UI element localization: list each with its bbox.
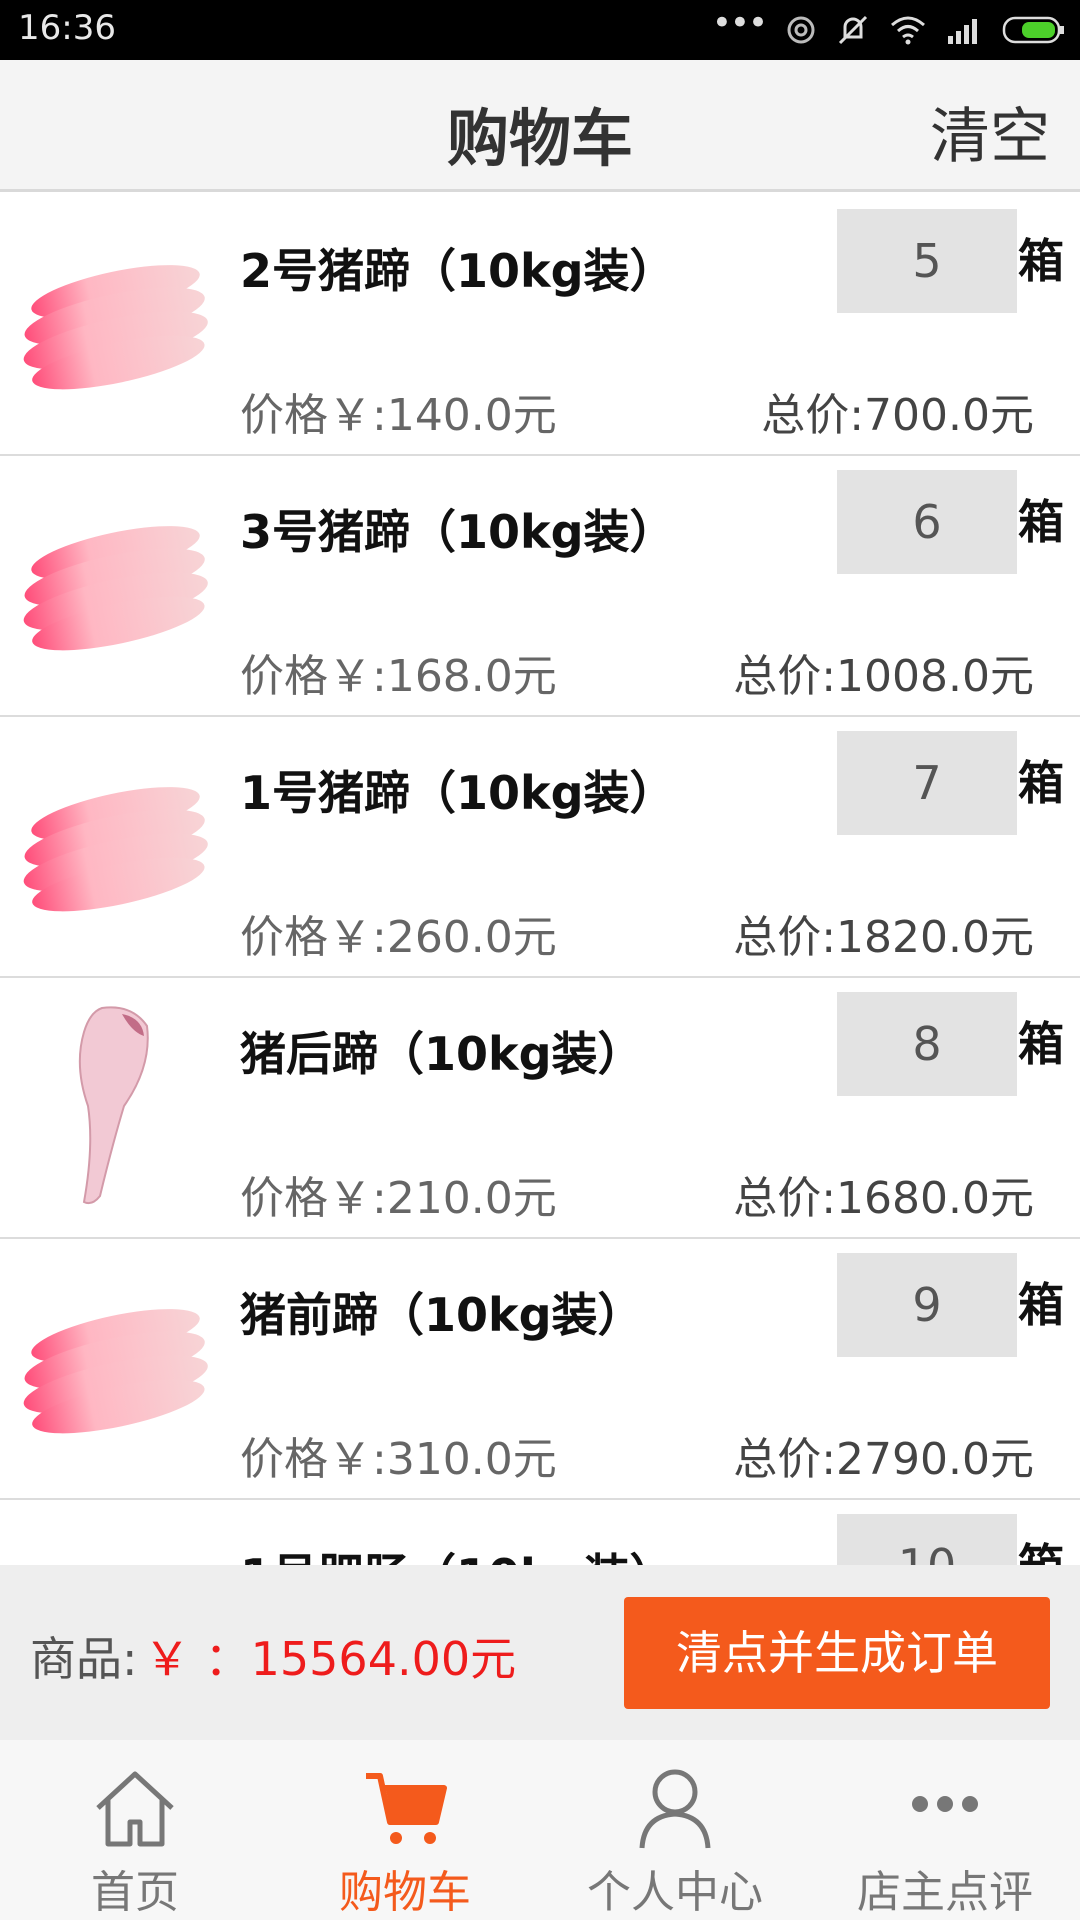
bottom-nav: 首页 购物车 个人中心 店主点评: [0, 1740, 1080, 1920]
status-bar: 16:36 •••: [0, 0, 1080, 60]
unit-label: 箱: [1018, 1530, 1064, 1565]
unit-label: 箱: [1018, 234, 1064, 288]
quantity-input[interactable]: 7: [837, 731, 1017, 835]
cart-item[interactable]: 2号猪蹄（10kg装） 5 箱 价格￥:140.0元 总价:700.0元: [0, 195, 1080, 456]
cart-item[interactable]: 猪后蹄（10kg装） 8 箱 价格￥:210.0元 总价:1680.0元: [0, 978, 1080, 1239]
cart-item[interactable]: 1号肥肠（10kg装） 10 箱: [0, 1500, 1080, 1565]
pig-hind-trotter-image: [78, 1006, 149, 1205]
battery-icon: [1002, 16, 1064, 44]
pig-trotters-image: [23, 787, 208, 912]
pig-trotters-image: [23, 1309, 208, 1434]
nav-item-profile[interactable]: 个人中心: [540, 1740, 810, 1920]
unit-label: 箱: [1018, 1017, 1064, 1071]
wifi-icon: [891, 16, 925, 45]
item-total: 总价:1008.0元: [733, 651, 1034, 702]
clear-cart-button[interactable]: 清空: [930, 88, 1050, 175]
generate-order-button[interactable]: 清点并生成订单: [624, 1597, 1050, 1709]
item-total: 总价:700.0元: [761, 390, 1034, 441]
unit-price: 价格￥:140.0元: [240, 390, 557, 441]
unit-price: 价格￥:310.0元: [240, 1434, 557, 1485]
more-notifications-icon: •••: [711, 3, 768, 43]
item-name: 猪后蹄（10kg装）: [240, 1027, 644, 1081]
more-icon: [912, 1796, 978, 1812]
page-title: 购物车: [446, 102, 633, 175]
nav-label: 个人中心: [587, 1867, 763, 1918]
status-time: 16:36: [18, 8, 116, 48]
pig-trotters-image: [23, 526, 208, 651]
item-total: 总价:2790.0元: [733, 1434, 1034, 1485]
cart-item[interactable]: 1号猪蹄（10kg装） 7 箱 价格￥:260.0元 总价:1820.0元: [0, 717, 1080, 978]
item-total: 总价:1820.0元: [733, 912, 1034, 963]
item-name: 猪前蹄（10kg装）: [240, 1288, 644, 1342]
unit-price: 价格￥:260.0元: [240, 912, 557, 963]
pig-trotters-image: [23, 265, 208, 390]
mute-icon: [838, 15, 868, 45]
signal-icon: [948, 19, 977, 44]
unit-label: 箱: [1018, 495, 1064, 549]
item-name: 1号肥肠（10kg装）: [240, 1540, 676, 1565]
unit-label: 箱: [1018, 1278, 1064, 1332]
quantity-input[interactable]: 8: [837, 992, 1017, 1096]
nav-label: 购物车: [339, 1867, 471, 1918]
unit-price: 价格￥:210.0元: [240, 1173, 557, 1224]
status-icons: •••: [712, 6, 1066, 50]
summary-amount: ￥ ：15564.00元: [144, 1632, 517, 1686]
cart-item[interactable]: 3号猪蹄（10kg装） 6 箱 价格￥:168.0元 总价:1008.0元: [0, 456, 1080, 717]
summary-label: 商品:: [30, 1632, 138, 1686]
quantity-input[interactable]: 5: [837, 209, 1017, 313]
summary-bar: 商品: ￥ ：15564.00元 清点并生成订单: [0, 1565, 1080, 1740]
item-name: 3号猪蹄（10kg装）: [240, 505, 676, 559]
home-icon: [96, 1771, 174, 1847]
unit-label: 箱: [1018, 756, 1064, 810]
cart-list[interactable]: 2号猪蹄（10kg装） 5 箱 价格￥:140.0元 总价:700.0元 3号猪…: [0, 195, 1080, 1565]
title-bar: 购物车 清空: [0, 60, 1080, 192]
item-total: 总价:1680.0元: [733, 1173, 1034, 1224]
item-name: 2号猪蹄（10kg装）: [240, 244, 676, 298]
nav-label: 首页: [91, 1867, 179, 1918]
quantity-input[interactable]: 10: [837, 1514, 1017, 1565]
unit-price: 价格￥:168.0元: [240, 651, 557, 702]
nav-item-reviews[interactable]: 店主点评: [810, 1740, 1080, 1920]
nav-item-cart[interactable]: 购物车: [270, 1740, 540, 1920]
hotspot-icon: [787, 16, 815, 44]
cart-item[interactable]: 猪前蹄（10kg装） 9 箱 价格￥:310.0元 总价:2790.0元: [0, 1239, 1080, 1500]
quantity-input[interactable]: 6: [837, 470, 1017, 574]
nav-label: 店主点评: [857, 1867, 1033, 1918]
item-name: 1号猪蹄（10kg装）: [240, 766, 676, 820]
person-icon: [639, 1769, 711, 1849]
nav-item-home[interactable]: 首页: [0, 1740, 270, 1920]
quantity-input[interactable]: 9: [837, 1253, 1017, 1357]
cart-icon: [366, 1773, 447, 1844]
